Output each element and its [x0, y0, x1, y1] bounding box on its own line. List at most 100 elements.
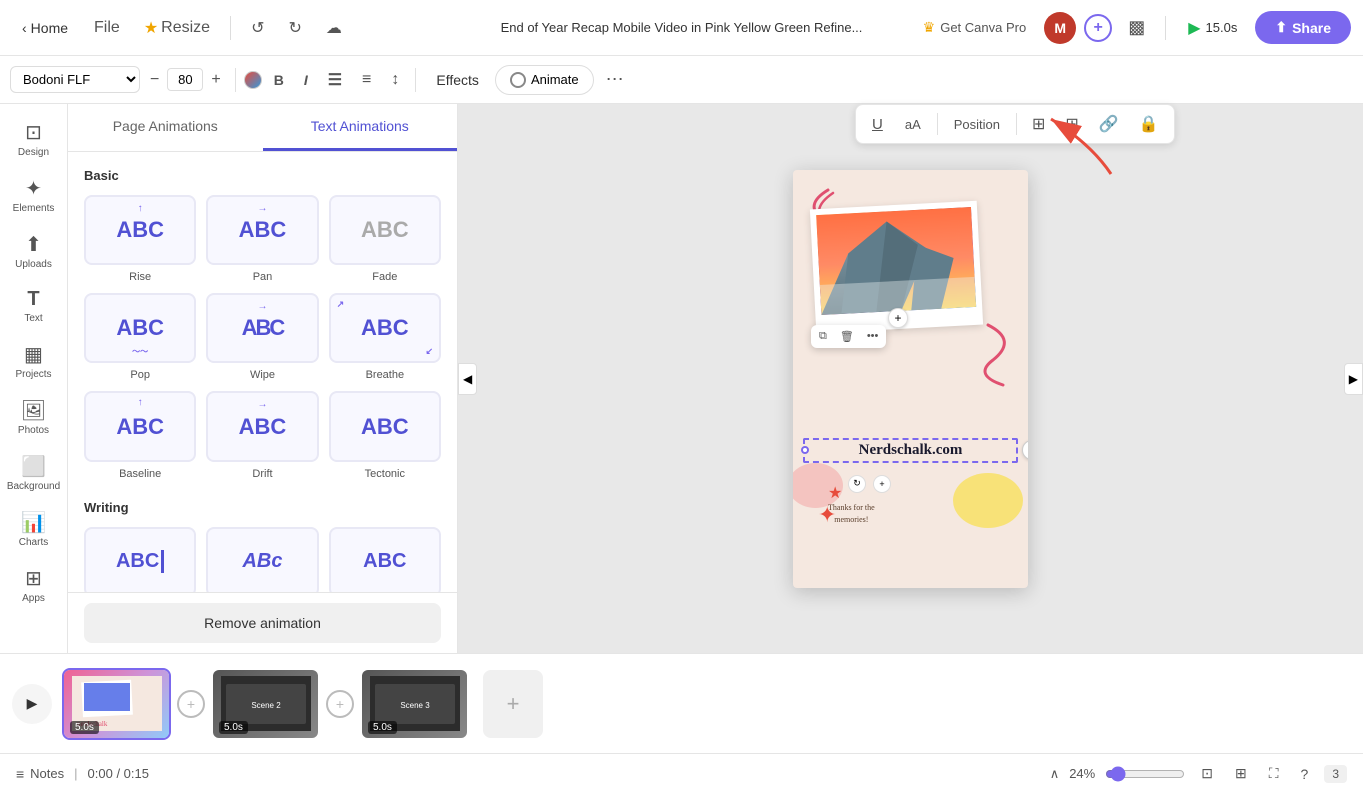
statusbar-right: ∧ 24% ⊡ ⊞ ⛶ ? 3: [1050, 762, 1347, 785]
effects-button[interactable]: Effects: [424, 66, 491, 94]
timeline-play-button[interactable]: ▶: [12, 684, 52, 724]
collapse-panel-button[interactable]: ◀: [458, 363, 477, 395]
drift-arrow-icon: →: [257, 399, 267, 410]
fullscreen-button[interactable]: ⛶: [1263, 762, 1285, 785]
resize-button[interactable]: ★ Resize: [136, 12, 218, 44]
yellow-blob: [953, 473, 1023, 528]
add-between-2-3[interactable]: +: [326, 690, 354, 718]
collapse-timeline-button[interactable]: ∧: [1050, 766, 1060, 782]
underline-button[interactable]: U: [864, 111, 891, 138]
wiggle-handle[interactable]: ↻: [848, 475, 866, 493]
align-button[interactable]: ☰: [320, 65, 350, 95]
expand-panel-button[interactable]: ▶: [1344, 363, 1363, 395]
zoom-slider[interactable]: [1105, 766, 1185, 782]
share-label: Share: [1292, 20, 1331, 36]
cloud-save-button[interactable]: ☁: [318, 12, 350, 44]
analytics-button[interactable]: ▩: [1120, 11, 1153, 44]
animation-breathe[interactable]: ↗ ↙ ABC Breathe: [329, 293, 441, 381]
font-size-decrease-button[interactable]: −: [144, 69, 165, 91]
animation-rise[interactable]: ↑ ABC Rise: [84, 195, 196, 283]
undo-button[interactable]: ↺: [243, 12, 272, 44]
sidebar-item-photos[interactable]: 🖼 Photos: [4, 390, 64, 444]
file-button[interactable]: File: [86, 13, 128, 43]
tab-text-animations[interactable]: Text Animations: [263, 104, 458, 151]
writing-label: Writing: [84, 500, 129, 515]
animation-drift[interactable]: → ABC Drift: [206, 391, 318, 479]
timeline-track-1[interactable]: nerdschalk 5.0s: [62, 668, 171, 740]
fit-to-screen-button[interactable]: ⊡: [1195, 762, 1219, 785]
animation-pop[interactable]: 〜〜 ABC Pop: [84, 293, 196, 381]
font-case-button[interactable]: aA: [897, 112, 929, 137]
tab-page-animations[interactable]: Page Animations: [68, 104, 263, 151]
font-size-increase-button[interactable]: +: [205, 69, 226, 91]
add-element-button[interactable]: +: [888, 308, 908, 328]
uploads-label: Uploads: [15, 259, 52, 270]
background-icon: ⬜: [21, 454, 46, 479]
text-color-picker[interactable]: [244, 71, 262, 89]
lock-button[interactable]: 🔒: [1132, 109, 1166, 139]
main-layout: ⊡ Design ✦ Elements ⬆ Uploads T Text ▦ P…: [0, 104, 1363, 653]
list-button[interactable]: ≡: [354, 66, 379, 94]
avatar[interactable]: M: [1044, 12, 1076, 44]
photo-more-button[interactable]: •••: [861, 327, 885, 346]
canvas-container: ★ ✦: [793, 170, 1028, 588]
animation-typewriter[interactable]: ABC Typewriter: [84, 527, 196, 592]
sidebar-item-text[interactable]: T Text: [4, 280, 64, 332]
font-family-select[interactable]: Bodoni FLF: [10, 66, 140, 93]
help-button[interactable]: ?: [1295, 763, 1315, 785]
remove-animation-button[interactable]: Remove animation: [84, 603, 441, 643]
link-button[interactable]: 🔗: [1092, 109, 1126, 139]
grid-view-button[interactable]: ⊞: [1229, 762, 1253, 785]
time-display: 0:00 / 0:15: [88, 766, 149, 781]
text-icon: T: [27, 288, 39, 311]
redo-button[interactable]: ↻: [280, 12, 309, 44]
preview-play-button[interactable]: ▶ 15.0s: [1178, 12, 1247, 44]
spacing-button[interactable]: ↕: [383, 66, 407, 94]
sidebar-item-apps[interactable]: ⊞ Apps: [4, 558, 64, 612]
sidebar-item-uploads[interactable]: ⬆ Uploads: [4, 224, 64, 278]
wipe-arrow-icon: →: [257, 301, 267, 312]
add-scene-button[interactable]: +: [483, 670, 543, 738]
sidebar-item-elements[interactable]: ✦ Elements: [4, 168, 64, 222]
bold-button[interactable]: B: [266, 67, 292, 93]
fade-preview: ABC: [329, 195, 441, 265]
animation-fade[interactable]: ABC Fade: [329, 195, 441, 283]
share-button[interactable]: ⬆ Share: [1255, 11, 1351, 44]
add-collaborator-button[interactable]: +: [1084, 14, 1112, 42]
sidebar: ⊡ Design ✦ Elements ⬆ Uploads T Text ▦ P…: [0, 104, 68, 653]
sidebar-item-charts[interactable]: 📊 Charts: [4, 502, 64, 556]
photo-copy-button[interactable]: ⧉: [813, 327, 833, 346]
photo-delete-button[interactable]: 🗑: [834, 327, 860, 346]
rotate-handle[interactable]: ↺: [1022, 440, 1028, 460]
selected-text-box[interactable]: Nerdschalk.com ↺: [803, 438, 1018, 463]
animation-tectonic[interactable]: ABC Tectonic: [329, 391, 441, 479]
animation-ascend[interactable]: ABc Ascend: [206, 527, 318, 592]
get-canva-pro-button[interactable]: ♛ Get Canva Pro: [913, 13, 1037, 42]
more-options-button[interactable]: ⋯: [598, 64, 632, 95]
add-handle[interactable]: +: [873, 475, 891, 493]
animate-button[interactable]: Animate: [495, 65, 594, 95]
style-button[interactable]: ⊞: [1025, 109, 1052, 139]
home-button[interactable]: ‹ Home: [12, 14, 78, 42]
timeline-track-2[interactable]: Scene 2 5.0s: [211, 668, 320, 740]
grid-button[interactable]: ⊞: [1058, 109, 1085, 139]
typewriter-text: ABC: [116, 550, 164, 573]
font-size-input[interactable]: [167, 68, 203, 91]
sidebar-item-projects[interactable]: ▦ Projects: [4, 334, 64, 388]
sidebar-item-design[interactable]: ⊡ Design: [4, 112, 64, 166]
basic-section-title: Basic: [84, 168, 441, 183]
position-label: Position: [954, 117, 1000, 132]
sidebar-item-background[interactable]: ⬜ Background: [4, 446, 64, 500]
formatbar: Bodoni FLF − + B I ☰ ≡ ↕ Effects Animate…: [0, 56, 1363, 104]
animation-wipe[interactable]: → ABC Wipe: [206, 293, 318, 381]
timeline-track-3[interactable]: Scene 3 5.0s: [360, 668, 469, 740]
resize-handle-left[interactable]: [801, 446, 809, 454]
add-between-1-2[interactable]: +: [177, 690, 205, 718]
position-button[interactable]: Position: [946, 112, 1008, 137]
animation-shift[interactable]: ABC Shift: [329, 527, 441, 592]
remove-animation-label: Remove animation: [204, 615, 321, 631]
animation-baseline[interactable]: ↑ ABC Baseline: [84, 391, 196, 479]
rise-label: Rise: [129, 271, 151, 283]
italic-button[interactable]: I: [296, 67, 316, 93]
animation-pan[interactable]: → ABC Pan: [206, 195, 318, 283]
